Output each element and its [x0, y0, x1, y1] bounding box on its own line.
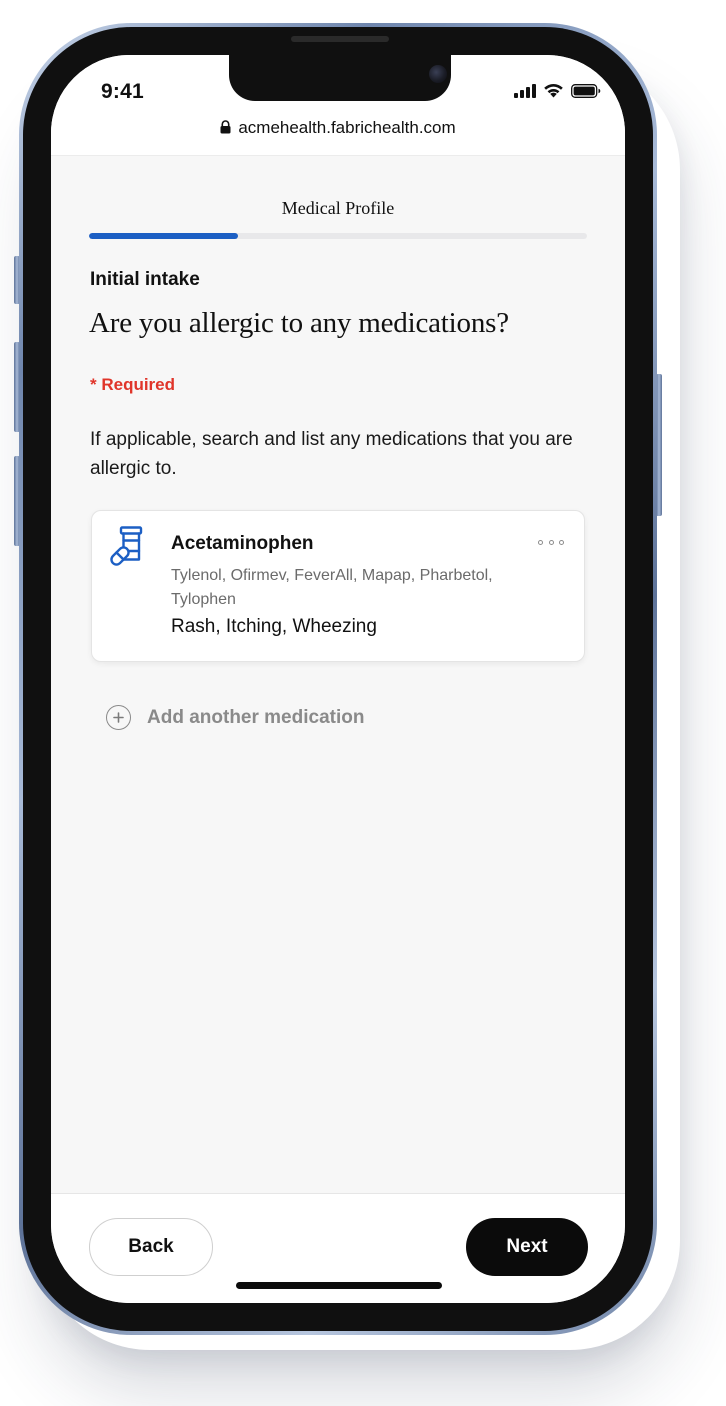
step-label: Initial intake [90, 269, 200, 290]
earpiece-speaker [291, 36, 389, 42]
plus-glyph [113, 712, 124, 723]
pill-bottle-icon [110, 526, 143, 566]
next-button[interactable]: Next [466, 1218, 588, 1276]
helper-text: If applicable, search and list any medic… [90, 429, 573, 479]
page-title: Medical Profile [281, 198, 395, 218]
browser-url: acmehealth.fabrichealth.com [238, 118, 456, 137]
browser-url-bar[interactable]: acmehealth.fabrichealth.com [51, 118, 625, 138]
medication-aliases: Tylenol, Ofirmev, FeverAll, Mapap, Pharb… [171, 567, 493, 608]
wifi-icon [544, 84, 563, 98]
front-camera [429, 65, 447, 83]
plus-circle-icon [106, 705, 131, 730]
device-stage: 9:41 acmehealth.fabrichealth.com Medical… [0, 0, 726, 1406]
status-bar: 9:41 acmehealth.fabrichealth.com [51, 55, 625, 156]
required-label: * Required [90, 375, 176, 394]
status-time: 9:41 [101, 80, 144, 103]
medication-reactions: Rash, Itching, Wheezing [171, 616, 377, 637]
signal-icon [514, 83, 536, 98]
more-dot [538, 539, 543, 545]
more-options-icon[interactable] [538, 537, 564, 547]
notch [229, 55, 451, 101]
question-heading: Are you allergic to any medications? [89, 307, 509, 339]
more-dot [559, 539, 564, 545]
progress-bar [89, 233, 587, 239]
add-medication-label: Add another medication [147, 706, 365, 728]
status-icons [514, 83, 601, 98]
home-indicator[interactable] [236, 1282, 442, 1289]
medication-card[interactable]: Acetaminophen Tylenol, Ofirmev, FeverAll… [91, 510, 585, 662]
add-medication-button[interactable]: Add another medication [106, 705, 364, 730]
more-dot [548, 539, 554, 545]
battery-icon [571, 83, 601, 98]
phone-screen: 9:41 acmehealth.fabrichealth.com Medical… [51, 55, 625, 1303]
back-button[interactable]: Back [89, 1218, 213, 1276]
progress-fill [89, 233, 239, 239]
lock-icon [220, 120, 231, 134]
medication-name: Acetaminophen [171, 533, 314, 554]
